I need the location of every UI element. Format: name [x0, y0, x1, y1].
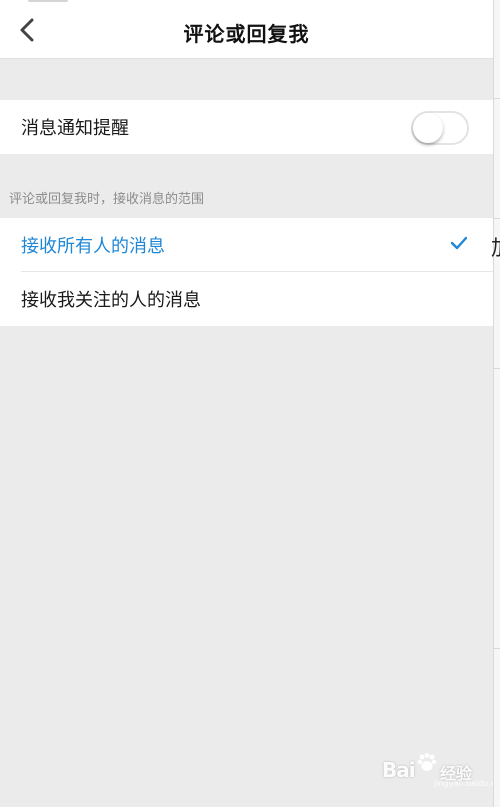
- edge-divider: [494, 98, 500, 99]
- notification-toggle[interactable]: [411, 111, 469, 145]
- status-bar-remnant: [28, 0, 68, 2]
- option-all-people-label: 接收所有人的消息: [21, 236, 165, 257]
- receive-scope-caption: 评论或回复我时，接收消息的范围: [9, 192, 205, 207]
- notification-setting-row: 消息通知提醒: [0, 100, 493, 154]
- toggle-knob: [413, 113, 443, 143]
- watermark-brand: Bai: [382, 758, 416, 782]
- watermark-url: jingyan.baidu.com: [434, 779, 493, 788]
- option-followed-people[interactable]: 接收我关注的人的消息: [0, 272, 493, 326]
- notification-group: 消息通知提醒: [0, 100, 493, 154]
- page-title: 评论或回复我: [183, 22, 310, 46]
- baidu-jingyan-watermark: Bai 经验 jingyan.baidu.com: [382, 752, 493, 792]
- edge-divider: [494, 648, 500, 649]
- edge-divider: [494, 218, 500, 219]
- option-all-people[interactable]: 接收所有人的消息: [0, 218, 493, 272]
- adjacent-screen-edge: [493, 0, 500, 807]
- paw-logo-icon: [417, 753, 437, 771]
- checkmark-icon: [451, 236, 467, 250]
- notification-label: 消息通知提醒: [21, 118, 129, 139]
- option-followed-people-label: 接收我关注的人的消息: [21, 290, 201, 311]
- edge-divider: [494, 368, 500, 369]
- receive-scope-group: 接收所有人的消息 接收我关注的人的消息: [0, 218, 493, 326]
- navigation-bar: 评论或回复我: [0, 0, 493, 59]
- settings-screen: 评论或回复我 消息通知提醒 评论或回复我时，接收消息的范围 接收所有人的消息 接…: [0, 0, 493, 807]
- adjacent-screen-glyph: 加: [491, 234, 500, 262]
